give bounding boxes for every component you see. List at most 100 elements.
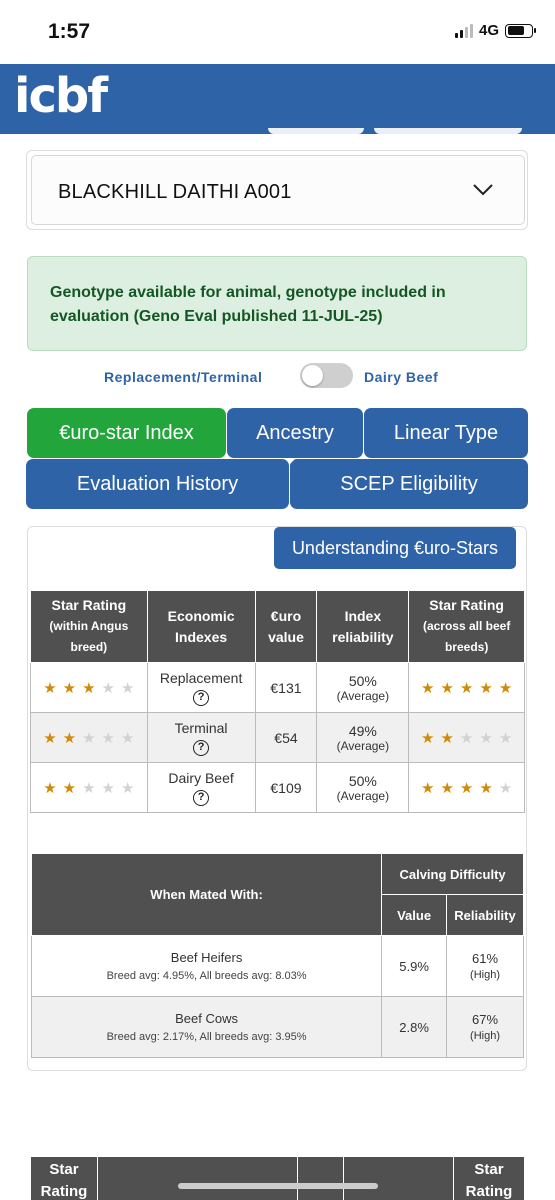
- header-euro-value: €uro value: [254, 590, 318, 663]
- toggle-label-dairy-beef: Dairy Beef: [364, 369, 439, 385]
- calving-value: 5.9%: [381, 935, 448, 997]
- star-filled-icon: ★: [421, 679, 435, 697]
- index-reliability: 50% (Average): [316, 762, 410, 813]
- hidden-button-edge: [374, 128, 522, 134]
- index-reliability: 49% (Average): [316, 712, 410, 763]
- star-empty-icon: ★: [82, 729, 96, 747]
- help-icon[interactable]: ?: [193, 689, 210, 706]
- table-row: Beef Heifers Breed avg: 4.95%, All breed…: [30, 935, 524, 997]
- economic-index-cell: Replacement ?: [146, 662, 256, 713]
- index-toggle-row: Replacement/Terminal Dairy Beef: [0, 362, 555, 392]
- status-time: 1:57: [48, 20, 91, 43]
- euro-value: €131: [254, 662, 318, 713]
- status-icons: 4G: [454, 22, 536, 39]
- star-filled-icon: ★: [440, 729, 454, 747]
- star-filled-icon: ★: [459, 679, 474, 697]
- signal-icon: [454, 23, 473, 38]
- understanding-eurostars-button[interactable]: Understanding €uro-Stars: [274, 527, 516, 569]
- table-row: Beef Cows Breed avg: 2.17%, All breeds a…: [30, 996, 524, 1058]
- next-table-header: Star Rating Star Rating: [31, 1157, 524, 1200]
- star-filled-icon: ★: [43, 729, 57, 747]
- header-star-across: Star Rating (across all beef breeds): [408, 590, 525, 663]
- economic-index-cell: Dairy Beef ?: [146, 762, 256, 813]
- star-empty-icon: ★: [121, 779, 135, 797]
- star-empty-icon: ★: [479, 729, 493, 747]
- header-when-mated-with: When Mated With:: [30, 853, 383, 936]
- star-empty-icon: ★: [101, 779, 115, 797]
- status-bar: 1:57 4G: [0, 0, 555, 64]
- tab-ancestry[interactable]: Ancestry: [227, 408, 363, 458]
- hidden-button-edge: [268, 128, 364, 134]
- star-rating-within: ★ ★ ★ ★ ★: [30, 662, 148, 713]
- chevron-down-icon: [473, 184, 493, 196]
- star-filled-icon: ★: [421, 729, 435, 747]
- header-index-reliability: Index reliability: [316, 590, 410, 663]
- header-cell: [344, 1157, 454, 1200]
- toggle-knob: [302, 365, 323, 386]
- star-filled-icon: ★: [498, 679, 513, 697]
- animal-dropdown[interactable]: BLACKHILL DAITHI A001: [31, 155, 525, 225]
- star-filled-icon: ★: [479, 779, 493, 797]
- header-cell: [298, 1157, 344, 1200]
- table-row: ★ ★ ★ ★ ★ Dairy Beef ? €109 50% (Average) ★ ★…: [30, 762, 525, 813]
- star-empty-icon: ★: [121, 729, 135, 747]
- star-rating-across: ★ ★ ★ ★ ★: [408, 662, 525, 713]
- star-empty-icon: ★: [498, 729, 513, 747]
- home-indicator: [178, 1183, 378, 1189]
- tab-eurostar-index[interactable]: €uro-star Index: [27, 408, 226, 458]
- star-empty-icon: ★: [498, 779, 513, 797]
- tab-evaluation-history[interactable]: Evaluation History: [26, 459, 289, 509]
- tab-scep-eligibility[interactable]: SCEP Eligibility: [290, 459, 528, 509]
- battery-icon: [505, 23, 536, 38]
- help-icon[interactable]: ?: [193, 739, 210, 756]
- header-value: Value: [381, 894, 448, 936]
- economic-index-cell: Terminal ?: [146, 712, 256, 763]
- star-rating-across: ★ ★ ★ ★ ★: [408, 712, 525, 763]
- euro-value: €54: [254, 712, 318, 763]
- header-cell: [98, 1157, 298, 1200]
- header-star-rating-left: Star Rating: [31, 1157, 98, 1200]
- star-filled-icon: ★: [421, 779, 435, 797]
- app-header: icbf: [0, 64, 555, 134]
- star-empty-icon: ★: [459, 729, 474, 747]
- star-filled-icon: ★: [43, 679, 57, 697]
- index-reliability: 50% (Average): [316, 662, 410, 713]
- mated-group-cell: Beef Heifers Breed avg: 4.95%, All breed…: [30, 935, 383, 997]
- star-rating-within: ★ ★ ★ ★ ★: [30, 762, 148, 813]
- star-filled-icon: ★: [43, 779, 57, 797]
- toggle-label-replacement-terminal: Replacement/Terminal: [104, 369, 263, 385]
- animal-name: BLACKHILL DAITHI A001: [58, 181, 292, 203]
- icbf-logo[interactable]: icbf: [14, 68, 108, 124]
- table-row: ★ ★ ★ ★ ★ Replacement ? €131 50% (Average) ★…: [30, 662, 525, 713]
- tab-linear-type[interactable]: Linear Type: [364, 408, 528, 458]
- calving-reliability: 61% (High): [446, 935, 524, 997]
- star-empty-icon: ★: [101, 679, 115, 697]
- table-row: ★ ★ ★ ★ ★ Terminal ? €54 49% (Average) ★ ★ ★ ★ ★: [30, 712, 525, 763]
- star-rating-within: ★ ★ ★ ★ ★: [30, 712, 148, 763]
- star-filled-icon: ★: [62, 729, 77, 747]
- header-economic-indexes: Economic Indexes: [146, 590, 256, 663]
- star-filled-icon: ★: [62, 779, 77, 797]
- index-toggle-switch[interactable]: [300, 363, 353, 388]
- star-empty-icon: ★: [101, 729, 115, 747]
- mated-group-cell: Beef Cows Breed avg: 2.17%, All breeds a…: [30, 996, 383, 1058]
- header-reliability: Reliability: [446, 894, 524, 936]
- help-icon[interactable]: ?: [193, 789, 210, 806]
- star-empty-icon: ★: [121, 679, 135, 697]
- star-filled-icon: ★: [440, 679, 454, 697]
- star-filled-icon: ★: [479, 679, 493, 697]
- star-rating-across: ★ ★ ★ ★ ★: [408, 762, 525, 813]
- calving-difficulty-table: When Mated With: Calving Difficulty Valu…: [30, 853, 524, 1058]
- eurostar-table: Star Rating (within Angus breed) Economi…: [30, 590, 525, 813]
- network-label: 4G: [478, 22, 499, 39]
- star-filled-icon: ★: [459, 779, 474, 797]
- header-star-within: Star Rating (within Angus breed): [30, 590, 148, 663]
- genotype-alert: Genotype available for animal, genotype …: [27, 256, 527, 351]
- calving-value: 2.8%: [381, 996, 448, 1058]
- star-filled-icon: ★: [440, 779, 454, 797]
- calving-reliability: 67% (High): [446, 996, 524, 1058]
- header-star-rating-right: Star Rating: [465, 1161, 513, 1200]
- header-calving-difficulty: Calving Difficulty: [381, 853, 524, 895]
- tab-notch: [284, 458, 296, 464]
- animal-select-card: BLACKHILL DAITHI A001: [26, 150, 528, 230]
